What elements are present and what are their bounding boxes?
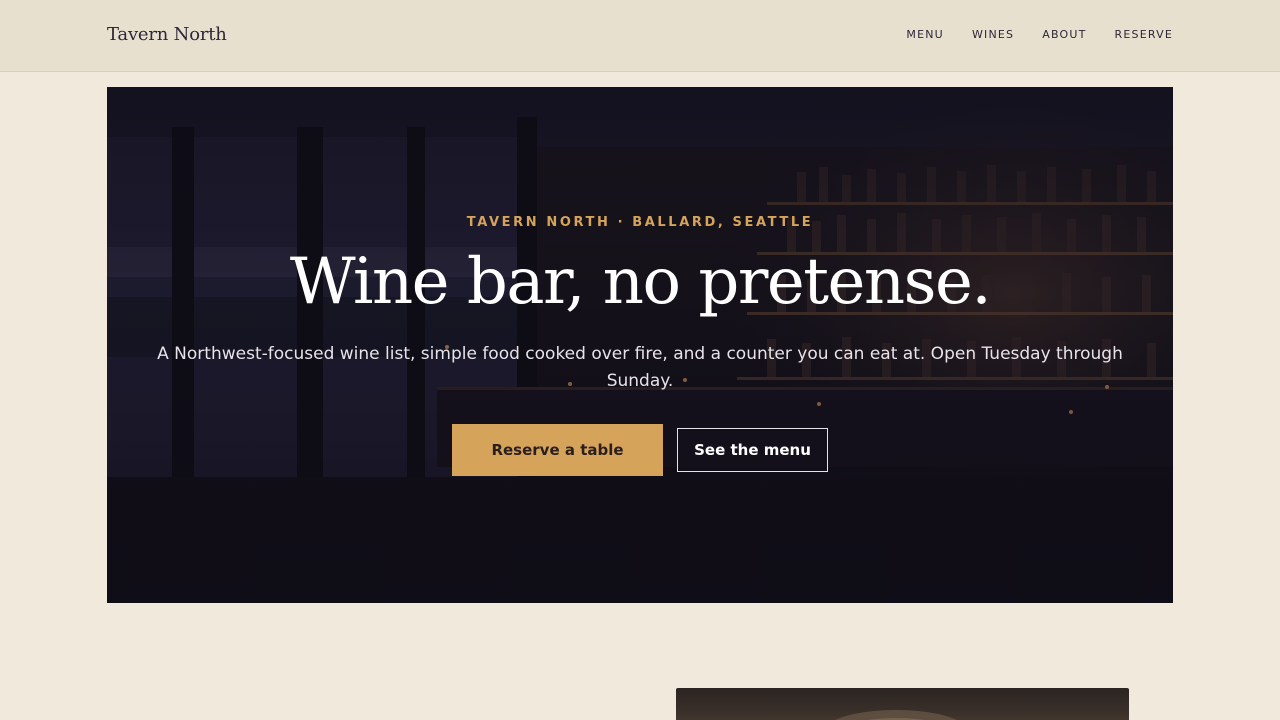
nav-item-menu[interactable]: MENU xyxy=(906,28,944,41)
food-photo xyxy=(676,688,1129,720)
nav-item-reserve[interactable]: RESERVE xyxy=(1115,28,1173,41)
nav-item-about[interactable]: ABOUT xyxy=(1042,28,1086,41)
see-menu-button[interactable]: See the menu xyxy=(677,428,828,472)
hero-description: A Northwest-focused wine list, simple fo… xyxy=(157,344,1123,391)
hero-section: TAVERN NORTH · BALLARD, SEATTLE Wine bar… xyxy=(107,87,1173,603)
nav-item-wines[interactable]: WINES xyxy=(972,28,1014,41)
main-nav: MENU WINES ABOUT RESERVE xyxy=(906,28,1173,41)
site-header: Tavern North MENU WINES ABOUT RESERVE xyxy=(0,0,1280,72)
food-photo-image xyxy=(835,710,957,720)
site-logo[interactable]: Tavern North xyxy=(107,24,227,45)
hero-headline: Wine bar, no pretense. xyxy=(289,245,992,319)
reserve-table-button[interactable]: Reserve a table xyxy=(452,424,663,476)
hero-eyebrow: TAVERN NORTH · BALLARD, SEATTLE xyxy=(466,215,814,230)
hero-content: TAVERN NORTH · BALLARD, SEATTLE Wine bar… xyxy=(107,87,1173,603)
hero-cta-row: Reserve a table See the menu xyxy=(107,424,1173,476)
